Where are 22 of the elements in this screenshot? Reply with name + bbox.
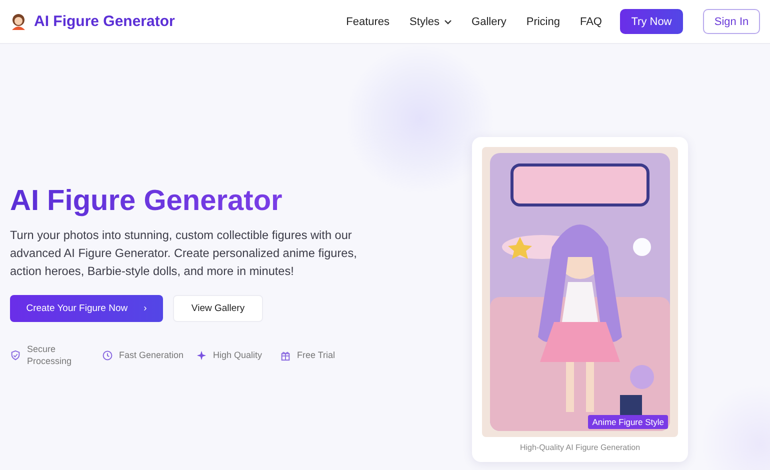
try-now-button[interactable]: Try Now (620, 9, 683, 34)
avatar-icon (10, 13, 27, 30)
nav-link[interactable]: Pricing (526, 16, 560, 28)
create-figure-button[interactable]: Create Your Figure Now › (10, 295, 163, 322)
feature-label: Fast Generation (119, 349, 184, 362)
style-badge: Anime Figure Style (588, 415, 668, 429)
clock-icon (102, 350, 113, 361)
nav-link[interactable]: Features (346, 16, 390, 28)
nav-link[interactable]: Gallery (472, 16, 506, 28)
logo-text: AI Figure Generator (34, 13, 175, 30)
nav-link[interactable]: FAQ (580, 16, 602, 28)
shield-icon (10, 350, 21, 361)
view-gallery-button[interactable]: View Gallery (173, 295, 263, 322)
hero-description: Turn your photos into stunning, custom collectible figures with our advanced AI Figure Generator. Create personalized anime figures, action heroes, Barbie-style dolls, and more in minutes! (10, 227, 358, 280)
nav-link[interactable]: Styles (410, 16, 452, 28)
feature-label: Secure Processing (27, 343, 72, 368)
sign-in-button[interactable]: Sign In (703, 9, 760, 34)
preview-caption: High-Quality AI Figure Generation (520, 443, 640, 452)
gift-icon (280, 350, 291, 361)
feature-label: High Quality (213, 349, 262, 362)
feature-label: Free Trial (297, 349, 336, 362)
sparkle-icon (196, 350, 207, 361)
